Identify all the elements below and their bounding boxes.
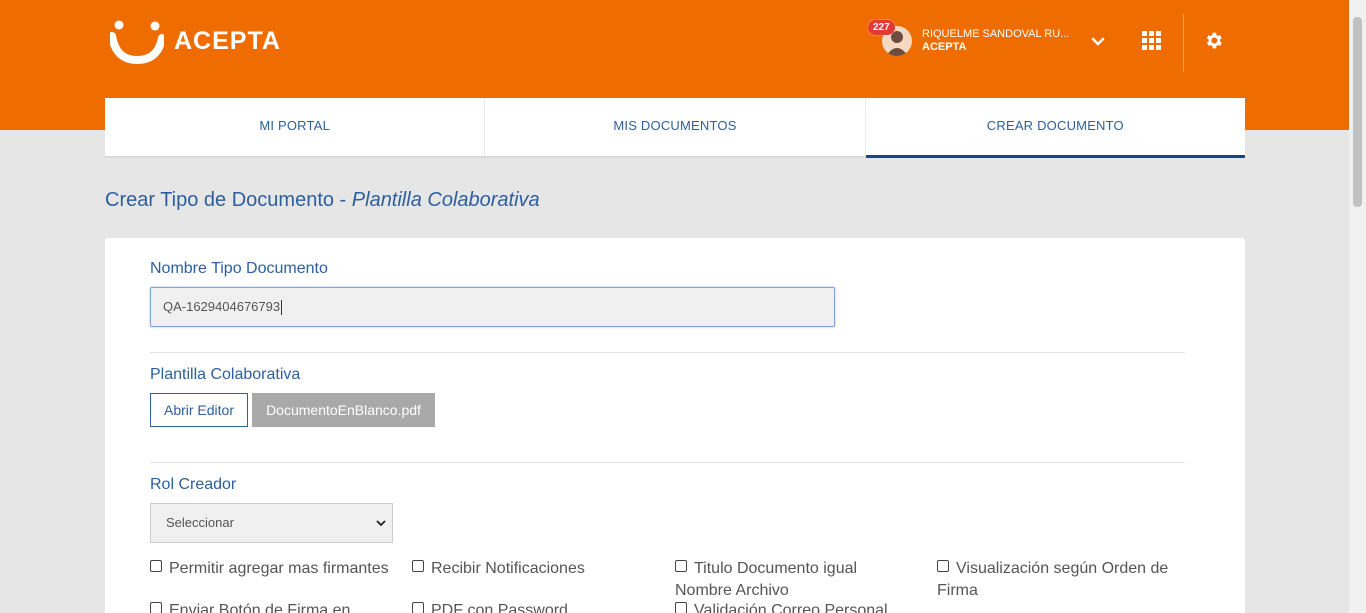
document-type-name-value: QA-1629404676793 [163, 299, 281, 314]
user-info[interactable]: RIQUELME SANDOVAL RU... ACEPTA [922, 28, 1069, 54]
option-label: Permitir agregar mas firmantes [169, 560, 389, 577]
option-label: Titulo Documento igual Nombre Archivo [675, 560, 858, 599]
page-title-text: Crear Tipo de Documento - [105, 189, 352, 211]
template-label: Plantilla Colaborativa [150, 366, 301, 383]
user-name: RIQUELME SANDOVAL RU... [922, 28, 1070, 40]
section-divider [150, 462, 1185, 463]
option-titulo-documento[interactable]: Titulo Documento igual Nombre Archivo [675, 558, 890, 602]
checkbox[interactable] [150, 560, 162, 572]
page-title: Crear Tipo de Documento - Plantilla Cola… [105, 189, 540, 212]
gear-icon[interactable] [1203, 30, 1224, 51]
notification-badge[interactable]: 227 [868, 20, 895, 35]
checkbox[interactable] [937, 560, 949, 572]
option-label: Visualización según Orden de Firma [937, 560, 1169, 599]
option-enviar-boton[interactable]: Enviar Botón de Firma en [150, 600, 410, 613]
option-recibir-notificaciones[interactable]: Recibir Notificaciones [412, 558, 652, 580]
role-select[interactable]: Seleccionar [150, 503, 393, 543]
brand-name: ACEPTA [174, 26, 281, 55]
chevron-down-icon[interactable] [1090, 34, 1106, 50]
header-divider [1183, 14, 1184, 72]
brand-logo[interactable]: ACEPTA [110, 18, 281, 64]
role-label: Rol Creador [150, 476, 237, 493]
file-button[interactable]: DocumentoEnBlanco.pdf [252, 393, 435, 427]
option-visualizacion-orden[interactable]: Visualización según Orden de Firma [937, 558, 1187, 602]
user-organization: ACEPTA [922, 41, 967, 53]
page-scrollbar[interactable] [1349, 0, 1366, 613]
user-menu[interactable]: 227 RIQUELME SANDOVAL RU... ACEPTA [868, 18, 1069, 64]
document-type-name-input[interactable]: QA-1629404676793 [150, 287, 835, 327]
scrollbar-thumb[interactable] [1353, 17, 1362, 207]
apps-grid-icon[interactable] [1142, 31, 1162, 51]
open-editor-button[interactable]: Abrir Editor [150, 393, 248, 427]
option-label: PDF con Password [431, 602, 568, 613]
section-divider [150, 352, 1185, 353]
option-label: Recibir Notificaciones [431, 560, 585, 577]
text-caret [281, 300, 283, 316]
checkbox[interactable] [412, 560, 424, 572]
checkbox[interactable] [675, 560, 687, 572]
option-label: Validación Correo Personal [694, 602, 888, 613]
checkbox[interactable] [150, 602, 162, 613]
option-permitir-firmantes[interactable]: Permitir agregar mas firmantes [150, 558, 410, 580]
option-validacion-correo[interactable]: Validación Correo Personal [675, 600, 915, 613]
form-card: Nombre Tipo Documento QA-1629404676793 P… [105, 238, 1245, 613]
name-label: Nombre Tipo Documento [150, 260, 328, 277]
acepta-smile-logo-icon [110, 20, 164, 64]
main-tabs: MI PORTAL MIS DOCUMENTOS CREAR DOCUMENTO [105, 98, 1245, 158]
tab-mi-portal[interactable]: MI PORTAL [105, 98, 486, 156]
option-label: Enviar Botón de Firma en [169, 602, 351, 613]
tab-crear-documento[interactable]: CREAR DOCUMENTO [865, 98, 1245, 158]
chevron-down-icon [376, 520, 386, 527]
checkbox[interactable] [412, 602, 424, 613]
tab-mis-documentos[interactable]: MIS DOCUMENTOS [485, 98, 866, 156]
checkbox[interactable] [675, 602, 687, 613]
role-select-value: Seleccionar [166, 515, 234, 530]
page-title-template: Plantilla Colaborativa [351, 189, 540, 211]
option-pdf-password[interactable]: PDF con Password [412, 600, 652, 613]
